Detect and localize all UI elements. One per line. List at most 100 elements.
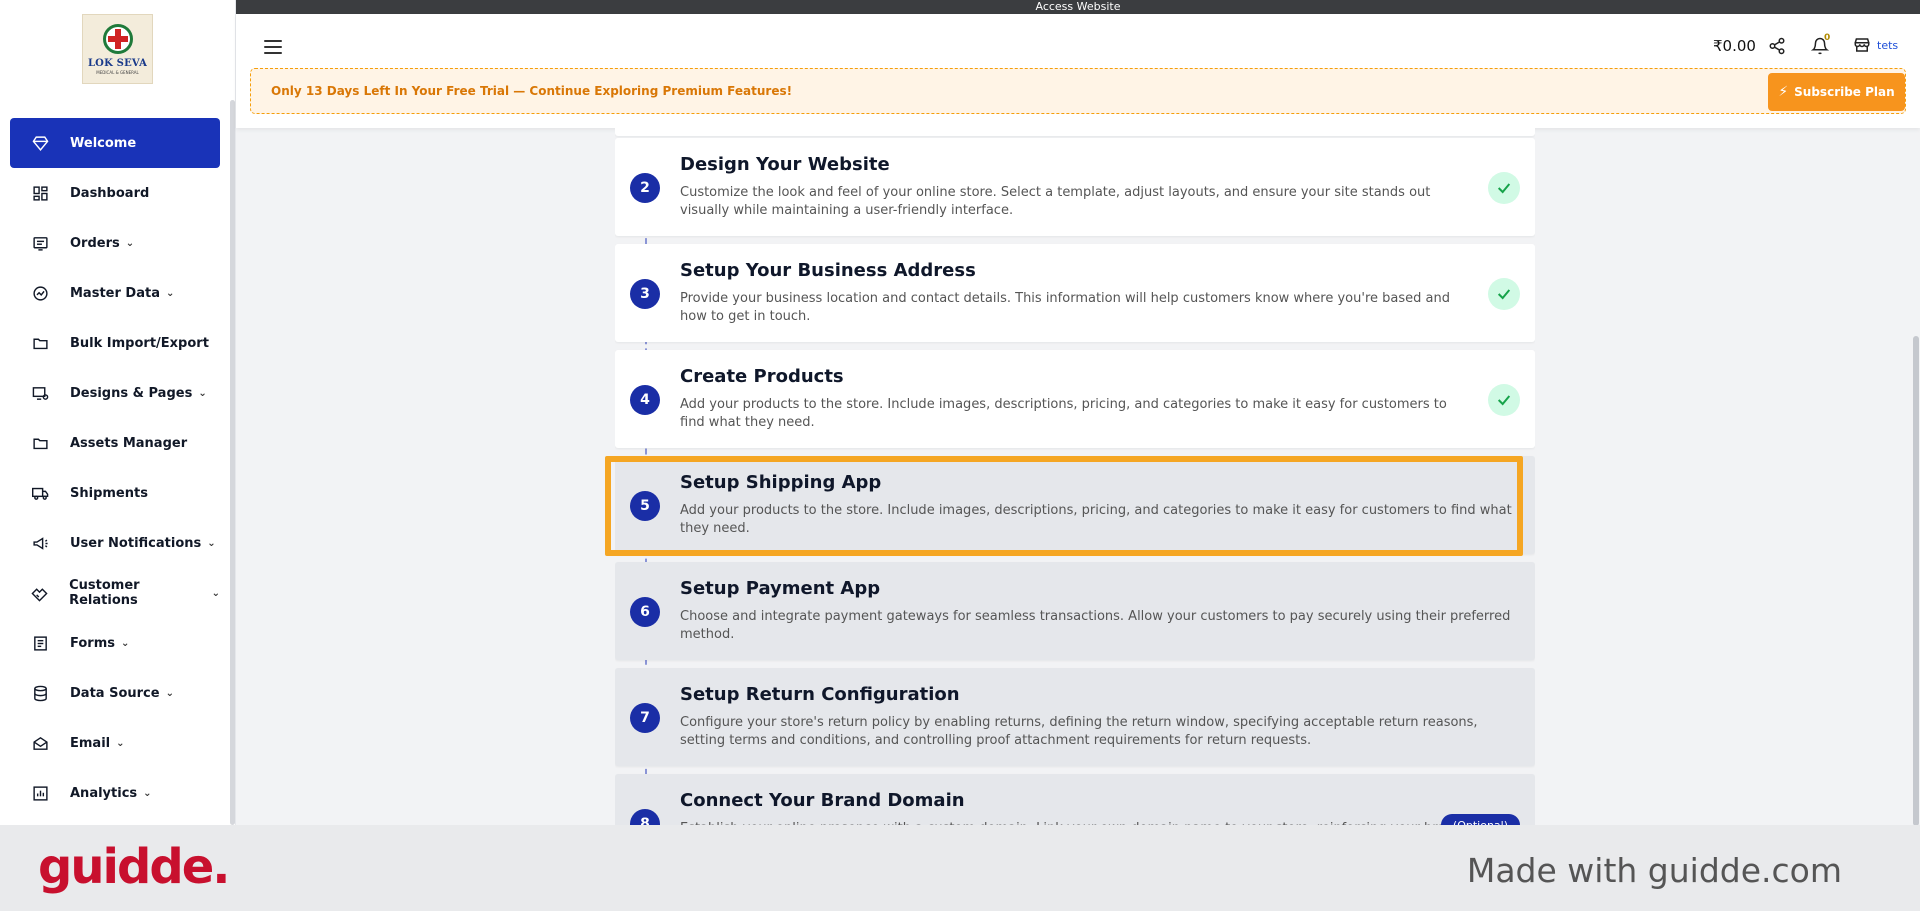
trial-banner: Only 13 Days Left In Your Free Trial — C… [250, 68, 1906, 114]
store-icon [1854, 38, 1870, 52]
email-icon [31, 734, 49, 752]
step-title: Setup Payment App [680, 578, 881, 599]
main-scrollbar[interactable] [1913, 336, 1919, 826]
step-description: Provide your business location and conta… [680, 291, 1450, 324]
truck-icon [31, 484, 49, 502]
step-description: Customize the look and feel of your onli… [680, 185, 1431, 218]
step-title: Setup Return Configuration [680, 684, 960, 705]
step-card-3[interactable]: 3 Setup Your Business Address Provide your… [615, 244, 1535, 342]
chevron-down-icon: ⌄ [211, 587, 220, 599]
sidebar-item-label: Analytics [70, 785, 138, 801]
step-description: Choose and integrate payment gateways fo… [680, 609, 1511, 642]
store-switcher[interactable]: tets [1853, 36, 1898, 54]
step-card-5[interactable]: 5 Setup Shipping App Add your products to … [615, 456, 1535, 554]
sidebar-item-label: Shipments [70, 485, 148, 501]
step-number: 7 [630, 703, 660, 733]
sidebar-item-label: Data Source [70, 685, 160, 701]
diamond-icon [31, 134, 49, 152]
sidebar-item-label: Master Data [70, 285, 160, 301]
menu-icon[interactable] [264, 40, 282, 54]
sidebar-item-data-source[interactable]: Data Source ⌄ [10, 668, 220, 718]
onboarding-steps: 2 Design Your Website Customize the look a… [615, 128, 1535, 825]
step-card-2[interactable]: 2 Design Your Website Customize the look a… [615, 138, 1535, 236]
sidebar-item-customer-relations[interactable]: Customer Relations ⌄ [10, 568, 220, 618]
step-number: 3 [630, 279, 660, 309]
header: ₹0.00 0 tets Only 13 Days Left In Your F… [236, 14, 1920, 128]
subscribe-plan-label: Subscribe Plan [1794, 85, 1895, 99]
folder-icon [31, 334, 49, 352]
megaphone-icon [31, 534, 49, 552]
step-title: Create Products [680, 366, 844, 387]
folder-icon [31, 434, 49, 452]
step-title: Connect Your Brand Domain [680, 790, 965, 811]
sidebar-item-orders[interactable]: Orders ⌄ [10, 218, 220, 268]
sidebar-item-email[interactable]: Email ⌄ [10, 718, 220, 768]
chevron-down-icon: ⌄ [143, 787, 152, 799]
sidebar-item-user-notifications[interactable]: User Notifications ⌄ [10, 518, 220, 568]
sidebar-item-label: Dashboard [70, 185, 150, 201]
completed-check-icon [1488, 278, 1520, 310]
step-description: Add your products to the store. Include … [680, 503, 1512, 536]
previous-step-card[interactable] [615, 128, 1535, 136]
subscribe-plan-button[interactable]: ⚡ Subscribe Plan [1768, 73, 1905, 111]
sidebar-item-label: Customer Relations [69, 578, 140, 608]
sidebar-item-dashboard[interactable]: Dashboard [10, 168, 220, 218]
step-number: 8 [630, 809, 660, 825]
step-description: Add your products to the store. Include … [680, 397, 1447, 430]
step-card-7[interactable]: 7 Setup Return Configuration Configure you… [615, 668, 1535, 766]
dashboard-icon [31, 184, 49, 202]
sidebar-item-shipments[interactable]: Shipments [10, 468, 220, 518]
completed-check-icon [1488, 172, 1520, 204]
step-number: 6 [630, 597, 660, 627]
logo-subtext: MEDICAL & GENERAL [96, 69, 139, 75]
sidebar-item-label: Welcome [70, 135, 137, 151]
sidebar-item-label: Orders [70, 235, 120, 251]
database-icon [31, 684, 49, 702]
designs-icon [31, 384, 49, 402]
store-name: tets [1877, 38, 1899, 52]
master-data-icon [31, 284, 49, 302]
completed-check-icon [1488, 384, 1520, 416]
step-card-4[interactable]: 4 Create Products Add your products to the… [615, 350, 1535, 448]
step-title: Setup Your Business Address [680, 260, 976, 281]
store-logo[interactable]: LOK SEVA MEDICAL & GENERAL [82, 14, 153, 84]
sidebar-item-assets-manager[interactable]: Assets Manager [10, 418, 220, 468]
step-number: 2 [630, 173, 660, 203]
sidebar-item-designs-pages[interactable]: Designs & Pages ⌄ [10, 368, 220, 418]
share-icon[interactable] [1768, 37, 1786, 55]
sidebar-nav: Welcome Dashboard Orders ⌄ Master Data ⌄ Bulk … [10, 118, 220, 818]
sidebar-item-label: Bulk Import/Export [70, 335, 209, 351]
made-with-guidde: Made with guidde.com [1466, 851, 1842, 890]
sidebar-item-bulk-import-export[interactable]: Bulk Import/Export [10, 318, 220, 368]
wallet-balance[interactable]: ₹0.00 [1713, 37, 1756, 55]
chevron-down-icon: ⌄ [120, 637, 130, 649]
access-website-bar[interactable]: Access Website [236, 0, 1920, 14]
sidebar-item-label: Assets Manager [70, 435, 188, 451]
sidebar-item-analytics[interactable]: Analytics ⌄ [10, 768, 220, 818]
step-title: Setup Shipping App [680, 472, 882, 493]
sidebar: LOK SEVA MEDICAL & GENERAL Welcome Dashbo… [0, 0, 236, 825]
step-card-8[interactable]: 8Connect Your Brand DomainEstablish your… [615, 774, 1535, 825]
sidebar-scrollbar[interactable] [230, 100, 235, 825]
sidebar-item-forms[interactable]: Forms ⌄ [10, 618, 220, 668]
step-card-6[interactable]: 6 Setup Payment App Choose and integrate p… [615, 562, 1535, 660]
access-website-label: Access Website [1035, 0, 1121, 13]
sidebar-item-label: Email [70, 735, 111, 751]
chevron-down-icon: ⌄ [165, 687, 174, 699]
step-description: Configure your store's return policy by … [680, 715, 1478, 748]
step-number: 4 [630, 385, 660, 415]
chevron-down-icon: ⌄ [207, 537, 216, 549]
logo-text: LOK SEVA [87, 57, 148, 69]
chevron-down-icon: ⌄ [125, 237, 135, 249]
sidebar-item-welcome[interactable]: Welcome [10, 118, 220, 168]
step-number: 5 [630, 491, 660, 521]
sidebar-item-master-data[interactable]: Master Data ⌄ [10, 268, 220, 318]
forms-icon [31, 634, 49, 652]
analytics-icon [31, 784, 49, 802]
orders-icon [31, 234, 49, 252]
sidebar-item-label: User Notifications [70, 535, 202, 551]
step-title: Design Your Website [680, 154, 890, 175]
lightning-icon: ⚡ [1778, 84, 1789, 100]
optional-badge: (Optional) [1440, 814, 1520, 825]
chevron-down-icon: ⌄ [165, 287, 175, 299]
